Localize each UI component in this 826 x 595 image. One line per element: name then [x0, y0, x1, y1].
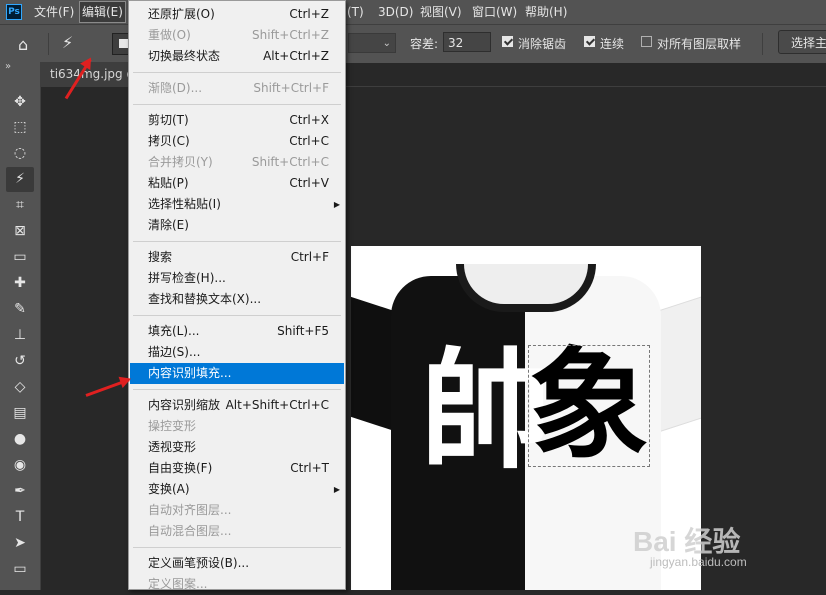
menu-item-paste-special[interactable]: 选择性粘贴(I) ▶	[130, 194, 344, 215]
baidu-watermark-url: jingyan.baidu.com	[650, 555, 747, 569]
submenu-arrow-icon: ▶	[333, 200, 340, 209]
contiguous-checkbox[interactable]	[584, 36, 595, 47]
path-selection-icon[interactable]: ➤	[0, 531, 40, 556]
menu-item-auto-blend-layers[interactable]: 自动混合图层...	[130, 521, 344, 542]
type-tool-icon[interactable]: T	[0, 505, 40, 530]
menu-separator	[133, 389, 341, 390]
menu-separator	[133, 315, 341, 316]
blur-tool-icon[interactable]: ●	[0, 427, 40, 452]
tolerance-label: 容差:	[410, 37, 439, 51]
tools-panel: » ✥ ⬚ ◌ ⚡ ⌗ ⊠ ▭ ✚ ✎ ⊥ ↺ ◇ ▤ ● ◉ ✒ T ➤ ▭	[0, 61, 41, 590]
marquee-tool-icon[interactable]: ⬚	[0, 115, 40, 140]
magic-wand-icon[interactable]: ⚡	[62, 33, 73, 52]
lasso-tool-icon[interactable]: ◌	[0, 141, 40, 166]
tolerance-input[interactable]: 32	[443, 32, 491, 52]
menu-item-define-pattern[interactable]: 定义图案...	[130, 574, 344, 595]
baidu-watermark: Bai 经验	[633, 526, 741, 557]
menu-item-find-replace[interactable]: 查找和替换文本(X)...	[130, 289, 344, 310]
healing-brush-icon[interactable]: ✚	[0, 271, 40, 296]
menu-item-fill[interactable]: 填充(L)... Shift+F5	[130, 321, 344, 342]
antialias-label: 消除锯齿	[518, 37, 567, 51]
menu-edit[interactable]: 编辑(E)	[79, 1, 126, 23]
gradient-tool-icon[interactable]: ▤	[0, 401, 40, 426]
menu-separator	[133, 72, 341, 73]
menu-item-stroke[interactable]: 描边(S)...	[130, 342, 344, 363]
menu-item-fade[interactable]: 渐隐(D)... Shift+Ctrl+F	[130, 78, 344, 99]
menu-help[interactable]: 帮助(H)	[525, 0, 567, 24]
history-brush-icon[interactable]: ↺	[0, 349, 40, 374]
antialias-checkbox[interactable]	[502, 36, 513, 47]
shirt-graphic-right-selected: 象	[528, 335, 650, 476]
menu-separator	[133, 241, 341, 242]
home-icon[interactable]: ⌂	[18, 35, 28, 54]
menu-view[interactable]: 视图(V)	[420, 0, 462, 24]
rectangle-tool-icon[interactable]: ▭	[0, 557, 40, 582]
menu-bar: Ps 文件(F) 编辑(E) (T) 3D(D) 视图(V) 窗口(W) 帮助(…	[0, 0, 826, 24]
pen-tool-icon[interactable]: ✒	[0, 479, 40, 504]
menu-separator	[133, 104, 341, 105]
crop-tool-icon[interactable]: ⌗	[0, 193, 40, 218]
menu-item-perspective-warp[interactable]: 透视变形	[130, 437, 344, 458]
collapse-arrows-icon[interactable]: »	[5, 61, 11, 72]
dodge-tool-icon[interactable]: ◉	[0, 453, 40, 478]
menu-item-puppet-warp[interactable]: 操控变形	[130, 416, 344, 437]
menu-item-spell-check[interactable]: 拼写检查(H)...	[130, 268, 344, 289]
sample-all-layers-label: 对所有图层取样	[657, 37, 742, 51]
select-subject-button[interactable]: 选择主	[778, 30, 826, 54]
menu-item-paste[interactable]: 粘贴(P) Ctrl+V	[130, 173, 344, 194]
menu-item-copy-merged[interactable]: 合并拷贝(Y) Shift+Ctrl+C	[130, 152, 344, 173]
menu-item-search[interactable]: 搜索 Ctrl+F	[130, 247, 344, 268]
menu-filter[interactable]: (T)	[347, 0, 364, 24]
contiguous-label: 连续	[600, 37, 625, 51]
divider	[762, 33, 763, 55]
brush-tool-icon[interactable]: ✎	[0, 297, 40, 322]
menu-item-clear[interactable]: 清除(E)	[130, 215, 344, 236]
menu-3d[interactable]: 3D(D)	[378, 0, 413, 24]
frame-tool-icon[interactable]: ⊠	[0, 219, 40, 244]
photoshop-logo-icon: Ps	[6, 4, 22, 20]
eraser-tool-icon[interactable]: ◇	[0, 375, 40, 400]
move-tool-icon[interactable]: ✥	[0, 90, 40, 115]
menu-item-auto-align-layers[interactable]: 自动对齐图层...	[130, 500, 344, 521]
magic-wand-tool-icon[interactable]: ⚡	[6, 167, 34, 192]
stamp-tool-icon[interactable]: ⊥	[0, 323, 40, 348]
submenu-arrow-icon: ▶	[333, 485, 340, 494]
sample-size-dropdown[interactable]: ⌄	[348, 33, 396, 53]
divider	[48, 33, 49, 55]
menu-item-toggle-last-state[interactable]: 切换最终状态 Alt+Ctrl+Z	[130, 46, 344, 67]
menu-item-content-aware-scale[interactable]: 内容识别缩放 Alt+Shift+Ctrl+C	[130, 395, 344, 416]
menu-item-copy[interactable]: 拷贝(C) Ctrl+C	[130, 131, 344, 152]
menu-item-undo[interactable]: 还原扩展(O) Ctrl+Z	[130, 4, 344, 25]
menu-item-content-aware-fill[interactable]: 内容识别填充...	[130, 363, 344, 384]
menu-item-cut[interactable]: 剪切(T) Ctrl+X	[130, 110, 344, 131]
options-bar: ⌂ ⚡ ⌄ 容差: 32 消除锯齿 连续 对所有图层取样 选择主	[0, 24, 826, 63]
ruler-tool-icon[interactable]: ▭	[0, 245, 40, 270]
menu-window[interactable]: 窗口(W)	[472, 0, 517, 24]
menu-item-redo[interactable]: 重做(O) Shift+Ctrl+Z	[130, 25, 344, 46]
menu-separator	[133, 547, 341, 548]
annotation-arrow-to-content-aware-fill	[85, 378, 130, 397]
menu-item-free-transform[interactable]: 自由变换(F) Ctrl+T	[130, 458, 344, 479]
menu-item-define-brush[interactable]: 定义画笔预设(B)...	[130, 553, 344, 574]
menu-file[interactable]: 文件(F)	[34, 0, 74, 24]
edit-menu-dropdown: 还原扩展(O) Ctrl+Z 重做(O) Shift+Ctrl+Z 切换最终状态 Al…	[128, 0, 346, 591]
sample-all-layers-checkbox[interactable]	[641, 36, 652, 47]
menu-item-transform[interactable]: 变换(A) ▶	[130, 479, 344, 500]
